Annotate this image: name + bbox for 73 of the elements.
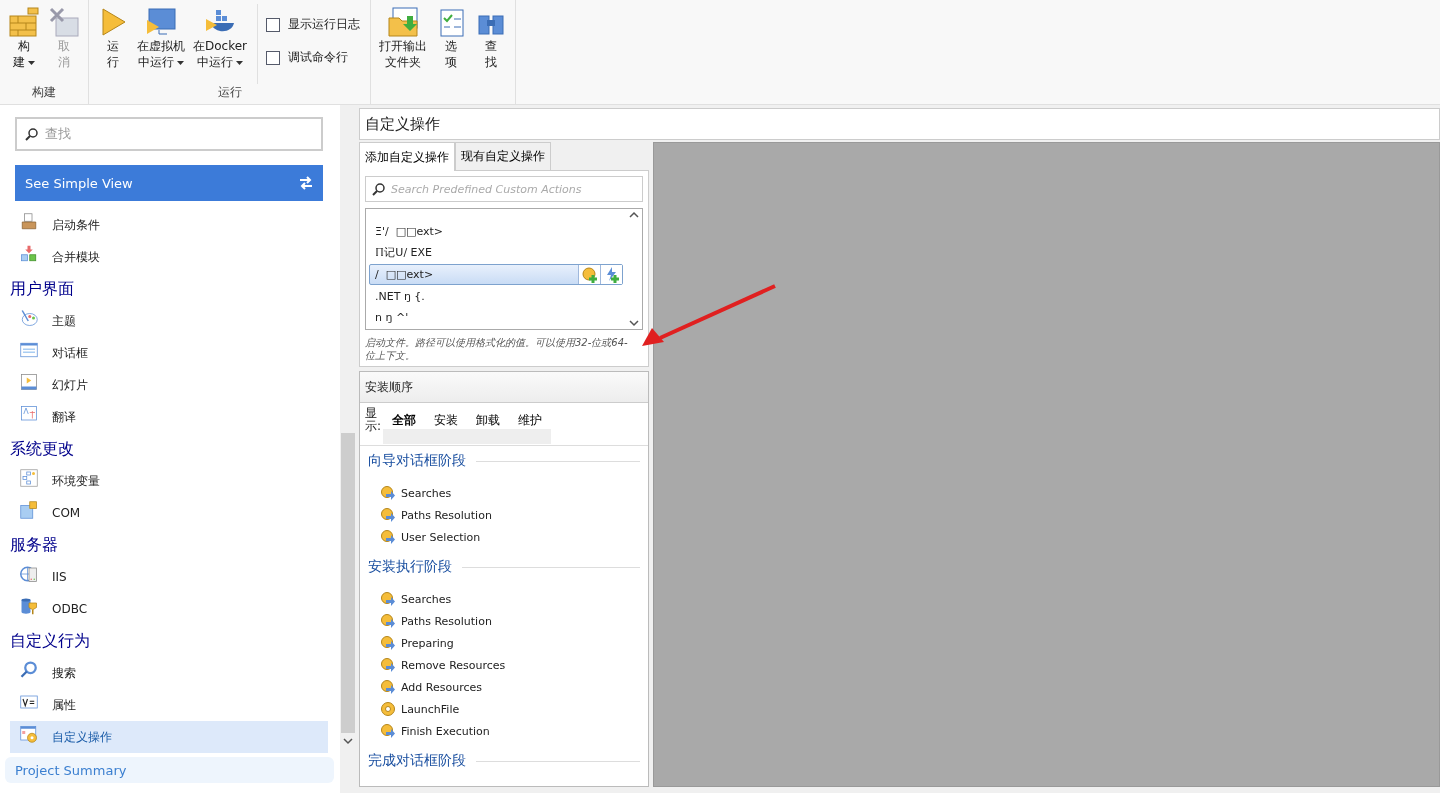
ribbon-button[interactable]: 选 项: [433, 4, 470, 84]
stage-item[interactable]: Finish Execution: [401, 724, 490, 738]
swap-icon: [299, 176, 313, 190]
scrollbar-thumb[interactable]: [341, 433, 355, 733]
filter-tab[interactable]: 全部: [383, 410, 425, 430]
add-action-button[interactable]: [600, 265, 622, 284]
sidebar-item[interactable]: 幻灯片: [10, 369, 328, 401]
scroll-down-icon[interactable]: [629, 319, 639, 327]
gear-plus-icon: [581, 266, 598, 283]
stage-item[interactable]: Paths Resolution: [401, 508, 492, 522]
stage-item[interactable]: Paths Resolution: [401, 614, 492, 628]
list-item[interactable]: ո ŋ ^': [369, 307, 623, 328]
monitor-play-icon: [145, 6, 177, 38]
group-label: 构建: [32, 85, 56, 99]
ribbon-button[interactable]: 在虚拟机 中运行: [135, 4, 187, 84]
sidebar-item[interactable]: 自定义操作: [10, 721, 328, 753]
section-title: 自定义行为: [10, 630, 91, 652]
tab[interactable]: 现有自定义操作: [455, 142, 551, 171]
list-item[interactable]: Ξ'/ □□ext>: [369, 221, 623, 242]
sidebar-item[interactable]: 翻译: [10, 401, 328, 433]
ribbon-button[interactable]: 运 行: [95, 4, 131, 84]
ribbon-button[interactable]: 打开输出 文件夹: [377, 4, 430, 84]
section-title: 用户界面: [10, 278, 75, 300]
ribbon-button[interactable]: 在Docker 中运行: [191, 4, 250, 84]
sidebar-item[interactable]: 环境变量: [10, 465, 328, 497]
stage-item[interactable]: Searches: [401, 592, 452, 606]
project-summary-button[interactable]: Project Summary: [5, 757, 334, 783]
search-icon: [372, 182, 386, 196]
stage-item[interactable]: Add Resources: [401, 680, 482, 694]
list-item[interactable]: ℿ记U/ EXE: [369, 242, 623, 263]
filter-tab[interactable]: 维护: [509, 410, 551, 430]
sidebar-item[interactable]: ODBC: [10, 593, 328, 625]
stage-item[interactable]: User Selection: [401, 530, 481, 544]
brick-wall-icon: [8, 6, 40, 38]
sidebar-item[interactable]: 属性: [10, 689, 328, 721]
add-gear-button[interactable]: [578, 265, 600, 284]
search-icon: [25, 127, 39, 141]
checkbox-label: 调试命令行: [288, 49, 349, 66]
sidebar-item[interactable]: 合并模块: [10, 241, 328, 273]
tab[interactable]: 添加自定义操作: [359, 142, 455, 171]
sidebar-item[interactable]: 主题: [10, 305, 328, 337]
filter-tab[interactable]: 卸载: [467, 410, 509, 430]
folder-download-icon: [387, 6, 420, 38]
stage-title: 向导对话框阶段: [368, 452, 466, 470]
stage-title: 安装执行阶段: [368, 558, 452, 576]
scroll-up-icon[interactable]: [629, 211, 639, 219]
filter-tab[interactable]: 安装: [425, 410, 467, 430]
stage-item[interactable]: Preparing: [401, 636, 454, 650]
sidebar-item[interactable]: 搜索: [10, 657, 328, 689]
panel-title: 自定义操作: [359, 108, 1440, 140]
stage-title: 完成对话框阶段: [368, 752, 466, 770]
section-title: 系统更改: [10, 438, 75, 460]
group-label: 运行: [217, 85, 242, 99]
list-item[interactable]: .NET ŋ {.: [369, 286, 623, 307]
checkbox[interactable]: [266, 17, 281, 32]
ribbon-button[interactable]: 查 找: [473, 4, 510, 84]
sidebar-item[interactable]: 启动条件: [10, 209, 328, 241]
stage-item[interactable]: LaunchFile: [401, 702, 460, 716]
section-title: 服务器: [10, 534, 59, 556]
sidebar-item[interactable]: IIS: [10, 561, 328, 593]
stage-item[interactable]: Searches: [401, 486, 452, 500]
cancel-wall-icon: [48, 6, 80, 38]
list-item[interactable]: / □□ext>: [369, 264, 623, 285]
sequence-title: 安装顺序: [360, 372, 648, 403]
checkbox-label: 显示运行日志: [288, 16, 361, 33]
ribbon-button[interactable]: 构 建: [6, 4, 42, 84]
sidebar-item[interactable]: 对话框: [10, 337, 328, 369]
stage-item[interactable]: Remove Resources: [401, 658, 506, 672]
sidebar-item[interactable]: COM: [10, 497, 328, 529]
simple-view-button[interactable]: See Simple View: [15, 165, 323, 201]
checkbox[interactable]: [266, 50, 281, 65]
description-text: 启动文件。路径可以使用格式化的值。可以使用32-位或64-位上下文。: [365, 336, 629, 362]
gear-icon: [380, 701, 396, 717]
